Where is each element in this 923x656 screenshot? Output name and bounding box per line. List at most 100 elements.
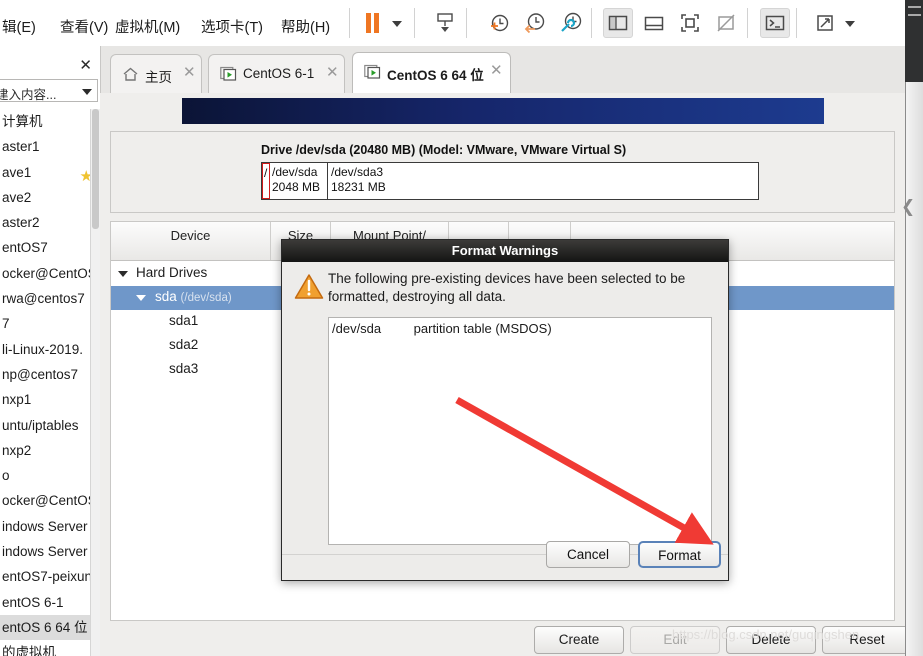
list-item-label: ave2: [2, 189, 32, 205]
column-device[interactable]: Device: [111, 222, 271, 260]
menu-vm[interactable]: 虚拟机(M): [115, 16, 180, 37]
drive-partition-graph[interactable]: / /dev/sda 2048 MB /dev/sda3 18231 MB: [261, 162, 759, 200]
unity-mode-icon[interactable]: [711, 8, 741, 38]
right-edge-strip: [905, 82, 923, 656]
list-item-label: 的虚拟机: [2, 645, 56, 656]
vm-powered-on-icon: [220, 66, 237, 82]
tab-home-label: 主页: [145, 70, 172, 85]
list-item-label: ocker@CentOS: [2, 493, 97, 509]
list-item-label: nxp2: [2, 442, 32, 458]
list-item-label: entOS7-peixun: [2, 569, 93, 585]
list-item-label: o: [2, 468, 10, 484]
list-item[interactable]: li-Linux-2019.: [0, 337, 99, 362]
chevron-left-icon[interactable]: ❮: [901, 196, 915, 218]
show-thumbnail-bar-icon[interactable]: [639, 8, 669, 38]
list-item-label: li-Linux-2019.: [2, 341, 84, 357]
list-item-label: aster2: [2, 215, 40, 231]
list-item[interactable]: ocker@CentOS: [0, 261, 99, 286]
take-snapshot-icon[interactable]: [483, 8, 513, 38]
create-button[interactable]: Create: [534, 626, 624, 654]
list-item[interactable]: aster1: [0, 134, 99, 159]
dialog-device-list[interactable]: /dev/sda partition table (MSDOS): [328, 317, 712, 545]
revert-snapshot-icon[interactable]: [519, 8, 549, 38]
format-button[interactable]: Format: [638, 541, 721, 568]
list-item-label: untu/iptables: [2, 417, 79, 433]
console-view-icon[interactable]: [760, 8, 790, 38]
chevron-down-icon[interactable]: [845, 21, 855, 27]
cancel-button[interactable]: Cancel: [546, 541, 630, 568]
list-item[interactable]: entOS7-peixun: [0, 564, 99, 589]
partition-segment-sda3[interactable]: /dev/sda3 18231 MB: [329, 163, 529, 199]
show-library-panel-icon[interactable]: [603, 8, 633, 38]
list-item[interactable]: aster2: [0, 210, 99, 235]
stretch-guest-icon[interactable]: [810, 8, 840, 38]
list-item[interactable]: entOS7: [0, 235, 99, 260]
row-device-name: sda1: [169, 313, 199, 328]
list-item[interactable]: indows Server: [0, 514, 99, 539]
library-search-input[interactable]: 建入内容...: [0, 79, 98, 102]
list-item[interactable]: indows Server: [0, 539, 99, 564]
partition-segment-boot[interactable]: /: [262, 163, 270, 199]
tab-centos-6-1[interactable]: CentOS 6-1 ✕: [208, 54, 345, 93]
menu-bar: 辑(E) 查看(V) 虚拟机(M) 选项卡(T) 帮助(H): [0, 0, 905, 47]
close-icon[interactable]: ✕: [79, 56, 92, 74]
expander-icon[interactable]: [136, 295, 146, 301]
partition-segment-sda2[interactable]: /dev/sda 2048 MB: [270, 163, 328, 199]
list-item-label: aster1: [2, 139, 40, 155]
chevron-down-icon[interactable]: [392, 21, 402, 27]
tab-centos-6-64-label: CentOS 6 64 位: [387, 68, 484, 83]
list-item-label: np@centos7: [2, 366, 79, 382]
enter-fullscreen-icon[interactable]: [675, 8, 705, 38]
list-item[interactable]: entOS 6-1: [0, 590, 99, 615]
list-item[interactable]: np@centos7: [0, 362, 99, 387]
list-item[interactable]: nxp1: [0, 387, 99, 412]
list-item[interactable]: ocker@CentOS: [0, 488, 99, 513]
pause-icon[interactable]: [366, 13, 382, 33]
chevron-down-icon[interactable]: [82, 89, 92, 95]
window-control-bar: [908, 14, 921, 16]
list-item-label: ocker@CentOS: [2, 265, 97, 281]
dialog-title: Format Warnings: [282, 240, 728, 262]
list-item-label: 计算机: [2, 114, 43, 129]
list-item[interactable]: ave1 ★: [0, 160, 99, 185]
list-item[interactable]: o: [0, 463, 99, 488]
window-controls-strip: [905, 0, 923, 82]
library-scrollbar-thumb[interactable]: [92, 109, 99, 229]
row-device-name: Hard Drives: [136, 265, 208, 280]
menu-view[interactable]: 查看(V): [60, 16, 108, 37]
list-item-label: ave1: [2, 164, 32, 180]
watermark: https://blog.csdn.net/guqingshen: [672, 627, 860, 642]
list-item-label: indows Server: [2, 544, 88, 560]
dialog-message: The following pre-existing devices have …: [328, 271, 686, 304]
home-icon: [122, 66, 139, 82]
list-item[interactable]: nxp2: [0, 438, 99, 463]
menu-edit[interactable]: 辑(E): [2, 16, 36, 37]
tab-home[interactable]: 主页 ✕: [110, 54, 202, 93]
partition-segment-size: 2048 MB: [272, 180, 321, 194]
list-item[interactable]: ave2: [0, 185, 99, 210]
tab-centos-6-64[interactable]: CentOS 6 64 位 ✕: [352, 52, 511, 93]
list-item[interactable]: 7: [0, 311, 99, 336]
menu-tabs[interactable]: 选项卡(T): [201, 16, 263, 37]
snapshot-manager-icon[interactable]: [430, 8, 460, 38]
close-icon[interactable]: ✕: [183, 65, 196, 80]
close-icon[interactable]: ✕: [490, 63, 503, 78]
list-item[interactable]: rwa@centos7: [0, 286, 99, 311]
list-item-selected[interactable]: entOS 6 64 位: [0, 614, 99, 641]
close-icon[interactable]: ✕: [326, 65, 339, 80]
menu-help[interactable]: 帮助(H): [281, 16, 330, 37]
library-scrollbar[interactable]: [90, 109, 100, 656]
list-item[interactable]: 的虚拟机: [0, 640, 99, 656]
list-item-label: entOS 6 64 位: [2, 619, 88, 635]
partition-segment-name: /dev/sda: [272, 165, 318, 179]
toolbar-separator-4: [591, 8, 592, 38]
installer-banner: [182, 98, 824, 124]
list-item[interactable]: 计算机: [0, 109, 99, 134]
toolbar-separator-2: [414, 8, 415, 38]
row-device-label: sda: [155, 289, 177, 304]
manage-snapshot-icon[interactable]: [555, 8, 585, 38]
library-vm-list[interactable]: 计算机 aster1 ave1 ★ ave2 aster2 entOS7 ocke…: [0, 109, 99, 656]
toolbar-separator-6: [796, 8, 797, 38]
list-item[interactable]: untu/iptables: [0, 413, 99, 438]
expander-icon[interactable]: [118, 271, 128, 277]
